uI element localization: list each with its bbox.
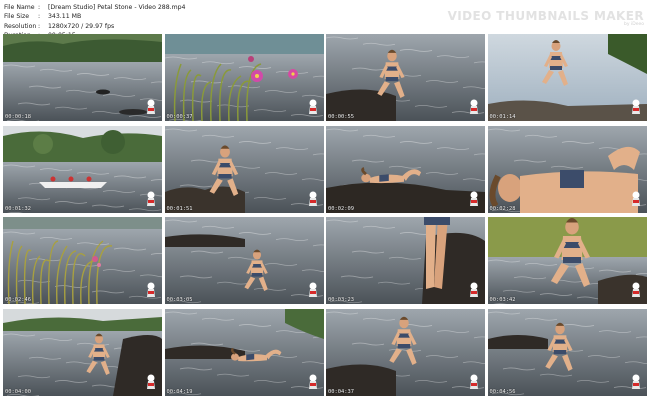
video-thumbnail: 00:02:09 xyxy=(326,125,485,213)
channel-logo-icon xyxy=(469,374,479,390)
info-row-filesize: File Size : 343.11 MB xyxy=(4,12,186,21)
video-thumbnail: 00:02:28 xyxy=(487,125,647,213)
info-value: [Dream Studio] Petal Stone - Video 288.m… xyxy=(48,4,186,11)
channel-logo-icon xyxy=(469,282,479,298)
info-separator: : xyxy=(38,22,41,30)
info-separator: : xyxy=(38,13,41,21)
info-label: Resolution xyxy=(4,22,37,30)
video-thumbnail: 00:00:55 xyxy=(326,34,485,121)
channel-logo-icon xyxy=(146,374,156,390)
thumbnail-timestamp: 00:04:37 xyxy=(328,388,354,395)
video-thumbnail: 00:04:00 xyxy=(3,308,162,396)
thumbnail-timestamp: 00:04:56 xyxy=(489,388,516,395)
video-thumbnail: 00:00:37 xyxy=(164,34,324,121)
channel-logo-icon xyxy=(631,99,641,115)
info-row-resolution: Resolution : 1280x720 / 29.97 fps xyxy=(4,22,186,31)
channel-logo-icon xyxy=(308,374,318,390)
thumbnail-timestamp: 00:01:32 xyxy=(5,205,31,212)
thumbnail-timestamp: 00:04:19 xyxy=(166,388,193,395)
thumbnail-timestamp: 00:02:28 xyxy=(489,205,516,212)
info-separator: : xyxy=(38,4,41,11)
video-thumbnail: 00:00:18 xyxy=(3,34,162,121)
video-thumbnail: 00:04:19 xyxy=(164,308,324,396)
video-thumbnail: 00:02:46 xyxy=(3,217,162,304)
thumbnail-timestamp: 00:01:14 xyxy=(489,114,516,120)
thumbnail-timestamp: 00:02:09 xyxy=(328,205,354,212)
video-thumbnail: 00:03:42 xyxy=(487,217,647,304)
info-value: 1280x720 / 29.97 fps xyxy=(48,22,115,30)
video-thumbnail: 00:03:23 xyxy=(326,217,485,304)
thumbnail-timestamp: 00:03:23 xyxy=(328,297,354,303)
video-thumbnail: 00:01:14 xyxy=(487,34,647,121)
channel-logo-icon xyxy=(631,374,641,390)
thumbnail-timestamp: 00:04:00 xyxy=(5,388,31,395)
video-thumbnail: 00:01:51 xyxy=(164,125,324,213)
info-label: File Size xyxy=(4,13,30,21)
channel-logo-icon xyxy=(146,99,156,115)
thumbnail-timestamp: 00:03:05 xyxy=(166,297,193,303)
watermark-brand: VIDEO THUMBNAILS MAKER by iDeeo xyxy=(448,9,644,27)
info-row-filename: File Name : [Dream Studio] Petal Stone -… xyxy=(4,3,186,12)
thumbnail-timestamp: 00:00:55 xyxy=(328,114,354,120)
thumbnail-timestamp: 00:01:51 xyxy=(166,205,193,212)
brand-title: VIDEO THUMBNAILS MAKER xyxy=(447,9,644,23)
thumbnail-timestamp: 00:00:18 xyxy=(5,114,31,120)
channel-logo-icon xyxy=(469,99,479,115)
info-label: File Name xyxy=(4,4,35,11)
video-thumbnail: 00:03:05 xyxy=(164,217,324,304)
thumbnail-timestamp: 00:02:46 xyxy=(5,297,31,303)
channel-logo-icon xyxy=(308,282,318,298)
channel-logo-icon xyxy=(469,191,479,207)
channel-logo-icon xyxy=(631,191,641,207)
channel-logo-icon xyxy=(308,191,318,207)
channel-logo-icon xyxy=(631,282,641,298)
video-thumbnail: 00:01:32 xyxy=(3,125,162,213)
channel-logo-icon xyxy=(146,191,156,207)
thumbnail-timestamp: 00:00:37 xyxy=(166,114,193,120)
video-thumbnail: 00:04:37 xyxy=(326,308,485,396)
channel-logo-icon xyxy=(308,99,318,115)
thumbnail-timestamp: 00:03:42 xyxy=(489,297,516,303)
info-value: 343.11 MB xyxy=(48,13,82,21)
channel-logo-icon xyxy=(146,282,156,298)
video-thumbnail: 00:04:56 xyxy=(487,308,647,396)
